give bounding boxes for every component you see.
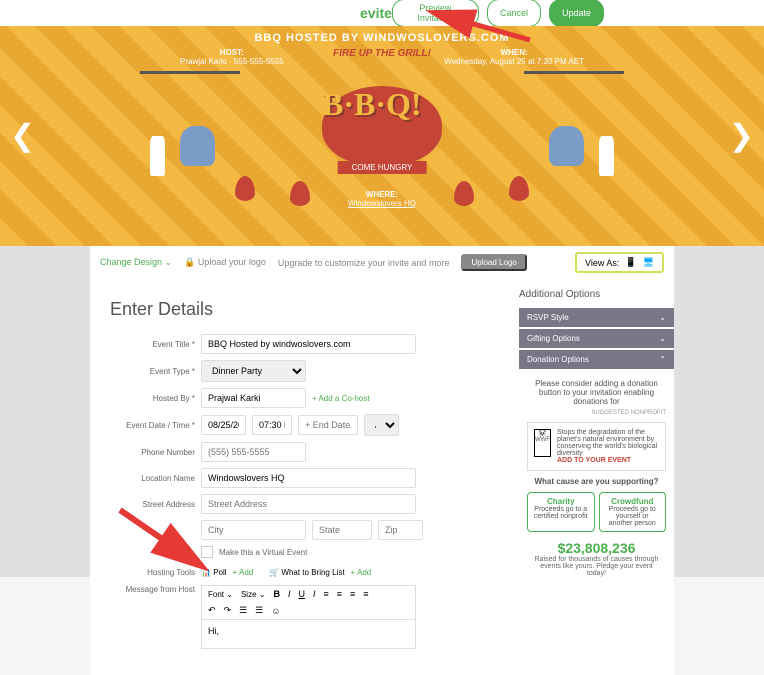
hosted-by-label: Hosted By *	[110, 394, 195, 403]
align-left-button[interactable]: ≡	[323, 589, 328, 599]
align-justify-button[interactable]: ≡	[363, 589, 368, 599]
change-design-link[interactable]: Change Design ⌄	[100, 257, 172, 268]
street-input[interactable]	[201, 494, 416, 514]
event-type-label: Event Type *	[110, 367, 195, 376]
evite-logo: evite	[360, 5, 392, 21]
message-label: Message from Host	[110, 585, 195, 594]
rsvp-style-accordion[interactable]: RSVP Style⌄	[519, 308, 674, 327]
hero-event-title: BBQ HOSTED BY WINDWOSLOVERS.COM	[0, 32, 764, 44]
chevron-up-icon: ⌃	[659, 355, 666, 364]
time-input[interactable]	[252, 415, 292, 435]
update-button[interactable]: Update	[549, 0, 604, 27]
editor-toolbar: Font ⌄ Size ⌄ B I U I ≡ ≡ ≡ ≡	[201, 585, 416, 602]
underline-button[interactable]: U	[298, 589, 305, 599]
desktop-view-icon[interactable]: 🖥	[643, 257, 654, 268]
gifting-options-accordion[interactable]: Gifting Options⌄	[519, 329, 674, 348]
raised-amount: $23,808,236	[527, 540, 666, 556]
hero-next-arrow[interactable]: ❯	[729, 119, 754, 154]
wwf-logo: 🐼WWF	[534, 429, 551, 457]
add-to-event-link[interactable]: ADD TO YOUR EVENT	[557, 457, 659, 464]
donation-options-accordion[interactable]: Donation Options⌃	[519, 350, 674, 369]
poll-label: Poll	[213, 568, 226, 577]
donation-prompt: Please consider adding a donation button…	[527, 379, 666, 406]
align-center-button[interactable]: ≡	[337, 589, 342, 599]
hosted-by-input[interactable]	[201, 388, 306, 408]
end-date-input[interactable]	[298, 415, 358, 435]
event-type-select[interactable]: Dinner Party	[201, 360, 306, 382]
list-button[interactable]: ☰	[239, 605, 247, 616]
street-label: Street Address	[110, 500, 195, 509]
location-input[interactable]	[201, 468, 416, 488]
event-date-label: Event Date / Time *	[110, 421, 195, 430]
when-value: Wednesday, August 25 at 7:30 PM AET	[444, 57, 584, 66]
add-bring-link[interactable]: + Add	[351, 568, 372, 577]
bold-button[interactable]: B	[273, 589, 280, 599]
upload-logo-button[interactable]: Upload Logo	[461, 254, 526, 271]
wwf-description: Stops the degradation of the planet's na…	[557, 429, 659, 457]
add-poll-link[interactable]: + Add	[233, 568, 254, 577]
italic2-button[interactable]: I	[313, 589, 316, 599]
pig-graphic: B·B·Q! COME HUNGRY	[322, 86, 442, 166]
chevron-down-icon: ⌄	[659, 313, 666, 322]
cause-question: What cause are you supporting?	[527, 477, 666, 486]
view-as-label: View As:	[585, 258, 619, 268]
add-cohost-link[interactable]: + Add a Co-host	[312, 394, 370, 403]
view-as-toggle: View As: 📱 🖥	[575, 252, 664, 273]
phone-label: Phone Number	[110, 448, 195, 457]
state-input[interactable]	[312, 520, 372, 540]
undo-button[interactable]: ↶	[208, 605, 216, 616]
upgrade-text: Upgrade to customize your invite and mor…	[278, 258, 450, 268]
enter-details-heading: Enter Details	[110, 299, 499, 320]
cancel-button[interactable]: Cancel	[487, 0, 541, 27]
list2-button[interactable]: ☰	[255, 605, 263, 616]
host-value: Prawjal Karki · 555-555-5555	[180, 57, 284, 66]
zip-input[interactable]	[378, 520, 423, 540]
redo-button[interactable]: ↷	[224, 605, 232, 616]
bbq-text: B·B·Q!	[322, 86, 422, 123]
emoji-button[interactable]: ☺	[271, 606, 280, 616]
chevron-down-icon: ⌄	[659, 334, 666, 343]
upload-logo-text: 🔒 Upload your logo	[184, 257, 266, 268]
additional-options-heading: Additional Options	[519, 289, 674, 300]
hero-prev-arrow[interactable]: ❮	[10, 119, 35, 154]
event-title-input[interactable]	[201, 334, 416, 354]
bring-label: What to Bring List	[281, 568, 344, 577]
timezone-select[interactable]: AET	[364, 414, 399, 436]
mobile-view-icon[interactable]: 📱	[625, 257, 636, 268]
crowdfund-option[interactable]: Crowdfund Proceeds go to yourself or ano…	[599, 492, 667, 532]
message-textarea[interactable]: Hi,	[201, 619, 416, 649]
suggested-label: SUGGESTED NONPROFIT	[527, 410, 666, 416]
city-input[interactable]	[201, 520, 306, 540]
host-label: HOST:	[180, 48, 284, 57]
charity-option[interactable]: Charity Proceeds go to a certified nonpr…	[527, 492, 595, 532]
virtual-event-checkbox[interactable]	[201, 546, 213, 558]
where-value[interactable]: Windowslovers HQ	[0, 199, 764, 208]
virtual-event-label: Make this a Virtual Event	[219, 548, 307, 557]
font-select[interactable]: Font ⌄	[208, 590, 233, 599]
date-input[interactable]	[201, 415, 246, 435]
location-label: Location Name	[110, 474, 195, 483]
come-hungry-banner: COME HUNGRY	[338, 161, 427, 174]
event-title-label: Event Title *	[110, 340, 195, 349]
fire-up-grill-text: FIRE UP THE GRILL!	[333, 48, 431, 59]
preview-invitation-button[interactable]: Preview Invitation	[392, 0, 479, 27]
when-label: WHEN:	[444, 48, 584, 57]
hero-banner: ❮ ❯ BBQ HOSTED BY WINDWOSLOVERS.COM HOST…	[0, 26, 764, 246]
size-select[interactable]: Size ⌄	[241, 590, 266, 599]
where-label: WHERE:	[0, 190, 764, 199]
raised-text: Raised for thousands of causes through e…	[527, 556, 666, 577]
phone-input[interactable]	[201, 442, 306, 462]
italic-button[interactable]: I	[288, 589, 291, 599]
hosting-tools-label: Hosting Tools	[110, 568, 195, 577]
align-right-button[interactable]: ≡	[350, 589, 355, 599]
